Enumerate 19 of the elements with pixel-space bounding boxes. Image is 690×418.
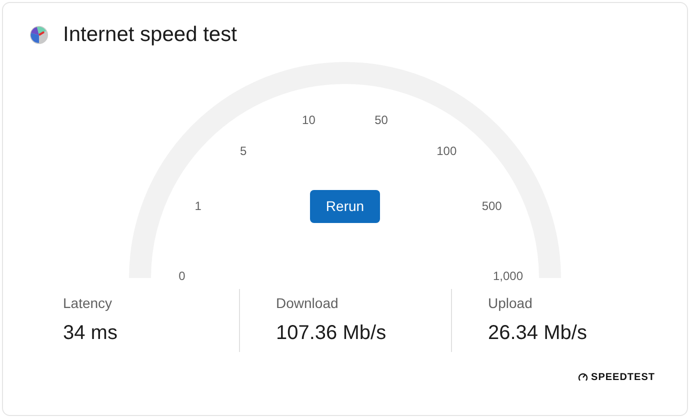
gauge-tick-label: 100 bbox=[436, 142, 457, 160]
gauge-tick-label: 500 bbox=[482, 198, 502, 216]
gauge-tick-label: 1,000 bbox=[492, 268, 524, 284]
brand-logo-text: SPEEDTEST bbox=[591, 370, 655, 384]
gauge-tick-label: 0 bbox=[178, 268, 186, 284]
stat-value: 107.36 Mb/s bbox=[276, 320, 388, 346]
stat-label: Upload bbox=[488, 294, 534, 313]
card-title: Internet speed test bbox=[63, 22, 237, 48]
gauge-tick-label: 5 bbox=[240, 142, 247, 160]
gauge-tick-label: 1 bbox=[194, 198, 202, 216]
rerun-button[interactable]: Rerun bbox=[310, 190, 380, 222]
stat-value: 34 ms bbox=[63, 320, 118, 346]
stat-value: 26.34 Mb/s bbox=[488, 320, 588, 346]
gauge-icon bbox=[578, 372, 588, 382]
gauge-tick-label: 50 bbox=[374, 112, 388, 129]
stat-label: Latency bbox=[63, 294, 114, 313]
gauge-icon bbox=[29, 24, 49, 45]
stat-label: Download bbox=[276, 294, 340, 312]
gauge-tick-label: 10 bbox=[302, 112, 316, 129]
